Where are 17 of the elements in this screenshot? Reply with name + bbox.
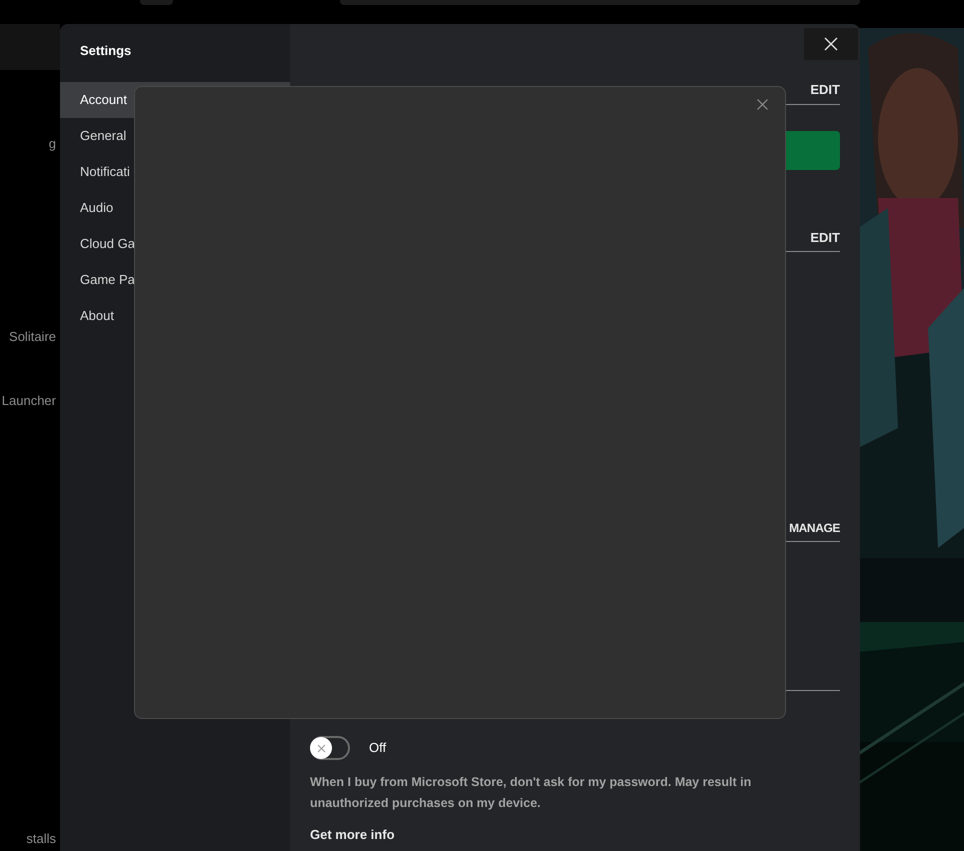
list-item[interactable]: Solitaire: [9, 327, 56, 346]
edit-button[interactable]: EDIT: [810, 228, 840, 247]
toggle-switch[interactable]: [310, 736, 350, 760]
close-button[interactable]: [755, 97, 769, 111]
edit-button[interactable]: EDIT: [810, 80, 840, 100]
settings-title: Settings: [79, 42, 132, 60]
list-item[interactable]: stalls: [26, 829, 56, 848]
manage-button[interactable]: MANAGE: [789, 519, 840, 537]
more-info-link[interactable]: Get more info: [310, 825, 395, 844]
close-icon: [316, 744, 326, 752]
close-icon: [824, 37, 838, 51]
close-button[interactable]: [804, 28, 858, 60]
toggle-state: Off: [369, 739, 386, 758]
list-item[interactable]: Launcher: [2, 391, 56, 410]
description-text: When I buy from Microsoft Store, don't ask for my password. May result in unauthorized purchases on my device.: [310, 774, 752, 812]
close-icon: [756, 98, 768, 110]
list-item[interactable]: g: [48, 134, 56, 154]
